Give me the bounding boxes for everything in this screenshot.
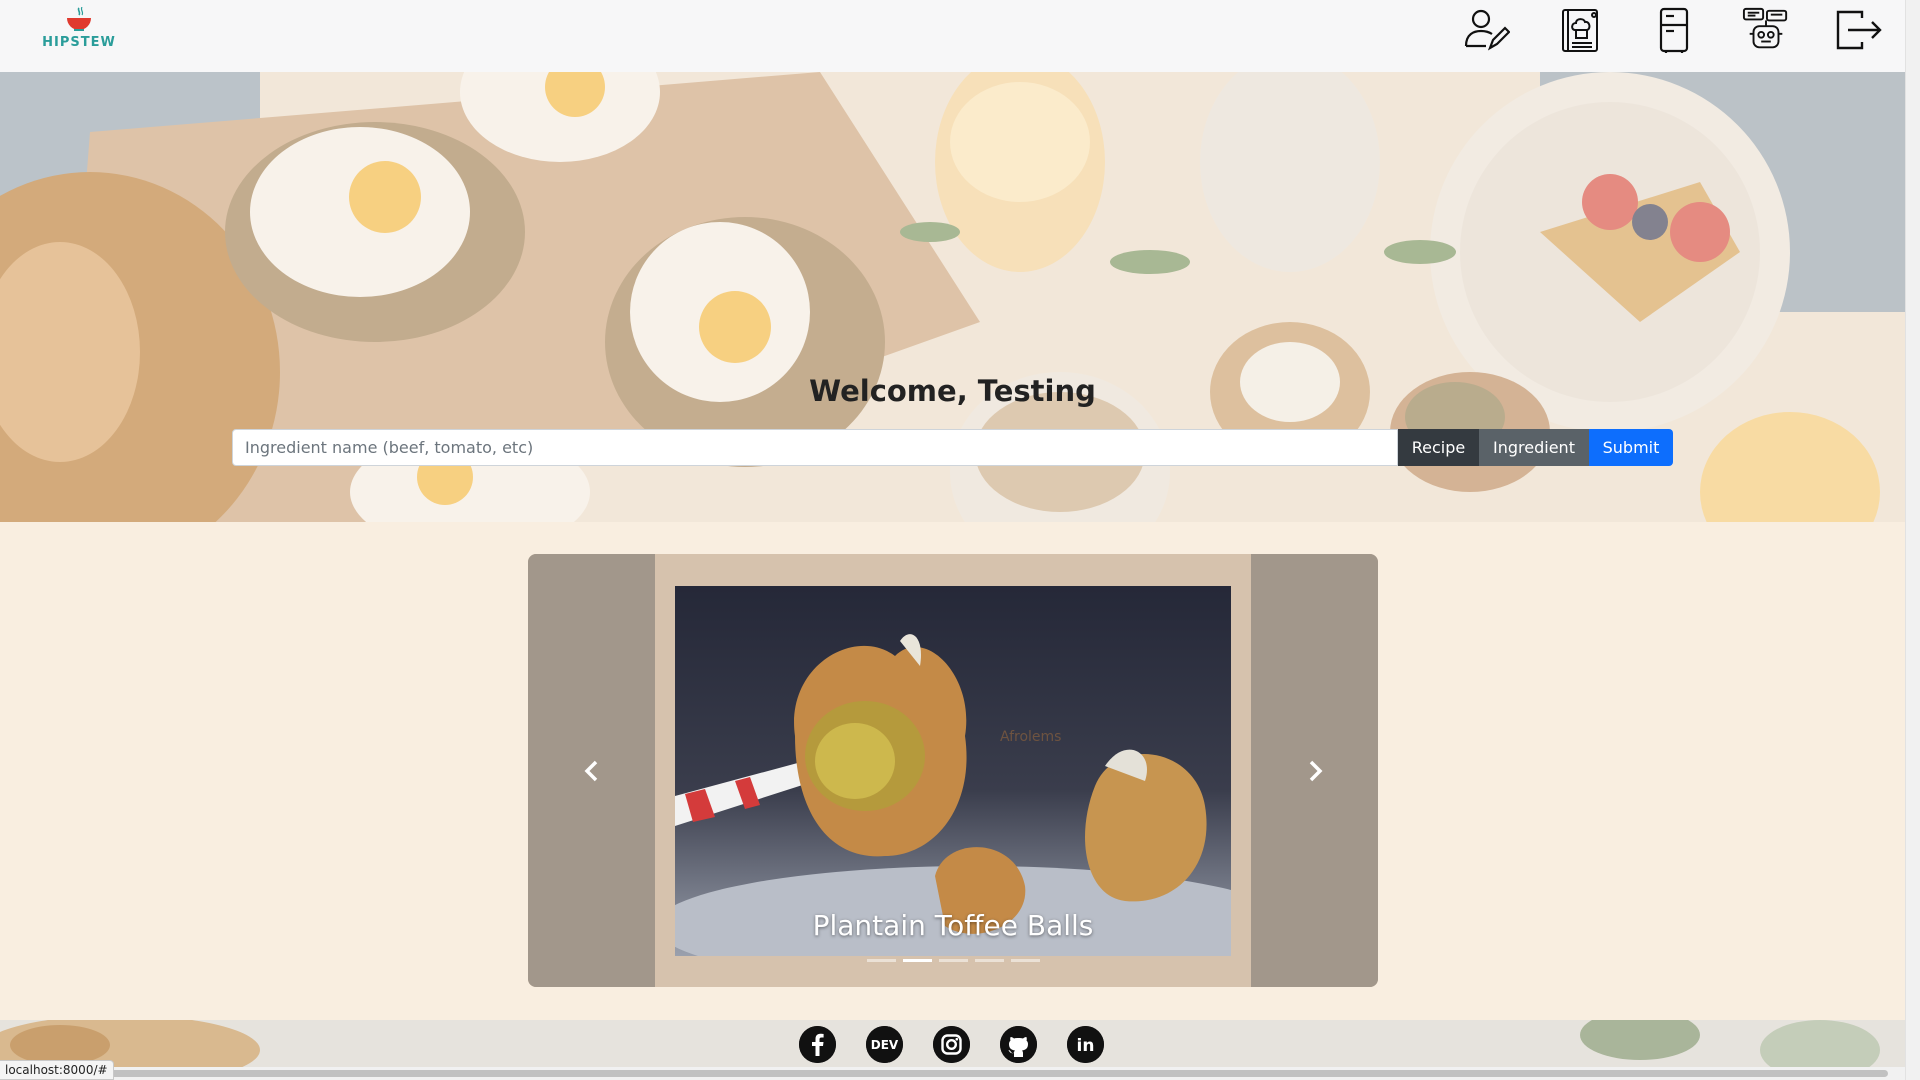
recipe-book-icon (1562, 9, 1598, 52)
status-bar-url: localhost:8000/# (0, 1060, 114, 1080)
dev-icon: DEV (866, 1026, 903, 1063)
logout-icon (1836, 10, 1882, 50)
github-link[interactable] (1000, 1026, 1037, 1063)
brand-logo[interactable]: HIPSTEW (42, 7, 116, 53)
recipe-carousel: Afrolems Plantain Toffee Balls (528, 554, 1378, 987)
fridge-icon (1659, 7, 1689, 53)
edit-profile-link[interactable] (1462, 6, 1510, 54)
logout-link[interactable] (1834, 6, 1882, 54)
hero-banner: Welcome, Testing Recipe Ingredient Submi… (0, 72, 1905, 522)
submit-button[interactable]: Submit (1589, 429, 1673, 466)
search-form: Recipe Ingredient Submit (232, 429, 1673, 466)
linkedin-icon: in (1067, 1026, 1104, 1063)
carousel-prev-button[interactable] (528, 554, 655, 987)
facebook-icon (799, 1026, 836, 1063)
carousel-indicator[interactable] (974, 959, 1004, 962)
carousel-indicator-active[interactable] (902, 959, 932, 962)
svg-text:in: in (1077, 1036, 1095, 1056)
recipes-link[interactable] (1556, 6, 1604, 54)
svg-text:DEV: DEV (871, 1038, 899, 1052)
photo-watermark: Afrolems (1000, 729, 1061, 745)
instagram-icon (933, 1026, 970, 1063)
chevron-right-icon (1309, 760, 1322, 781)
vertical-scrollbar[interactable] (1905, 0, 1920, 1080)
carousel-indicator[interactable] (866, 959, 896, 962)
instagram-link[interactable] (933, 1026, 970, 1063)
github-icon (1000, 1026, 1037, 1063)
carousel-slide-image[interactable]: Afrolems Plantain Toffee Balls (675, 586, 1231, 956)
dev-link[interactable]: DEV (866, 1026, 903, 1063)
facebook-link[interactable] (799, 1026, 836, 1063)
carousel-indicator[interactable] (938, 959, 968, 962)
ingredient-search-input[interactable] (232, 429, 1398, 466)
chat-robot-icon (1742, 7, 1788, 49)
footer: DEV in (0, 1020, 1905, 1067)
ingredient-button[interactable]: Ingredient (1479, 429, 1589, 466)
recipe-button[interactable]: Recipe (1398, 429, 1479, 466)
fridge-link[interactable] (1650, 6, 1698, 54)
carousel-next-button[interactable] (1251, 554, 1378, 987)
social-links: DEV in (799, 1026, 1104, 1063)
chat-link[interactable] (1742, 6, 1790, 54)
bowl-logo-icon (67, 7, 91, 31)
linkedin-link[interactable]: in (1067, 1026, 1104, 1063)
horizontal-scrollbar-thumb[interactable] (96, 1070, 1888, 1077)
chevron-left-icon (584, 760, 597, 781)
plantain-toffee-photo: Afrolems (675, 586, 1231, 956)
welcome-heading: Welcome, Testing (809, 374, 1096, 408)
user-edit-icon (1464, 9, 1510, 51)
slide-caption: Plantain Toffee Balls (812, 909, 1094, 942)
carousel-indicator[interactable] (1010, 959, 1040, 962)
navbar: HIPSTEW (0, 0, 1905, 72)
horizontal-scrollbar[interactable] (0, 1067, 1905, 1080)
brand-name: HIPSTEW (42, 35, 116, 50)
